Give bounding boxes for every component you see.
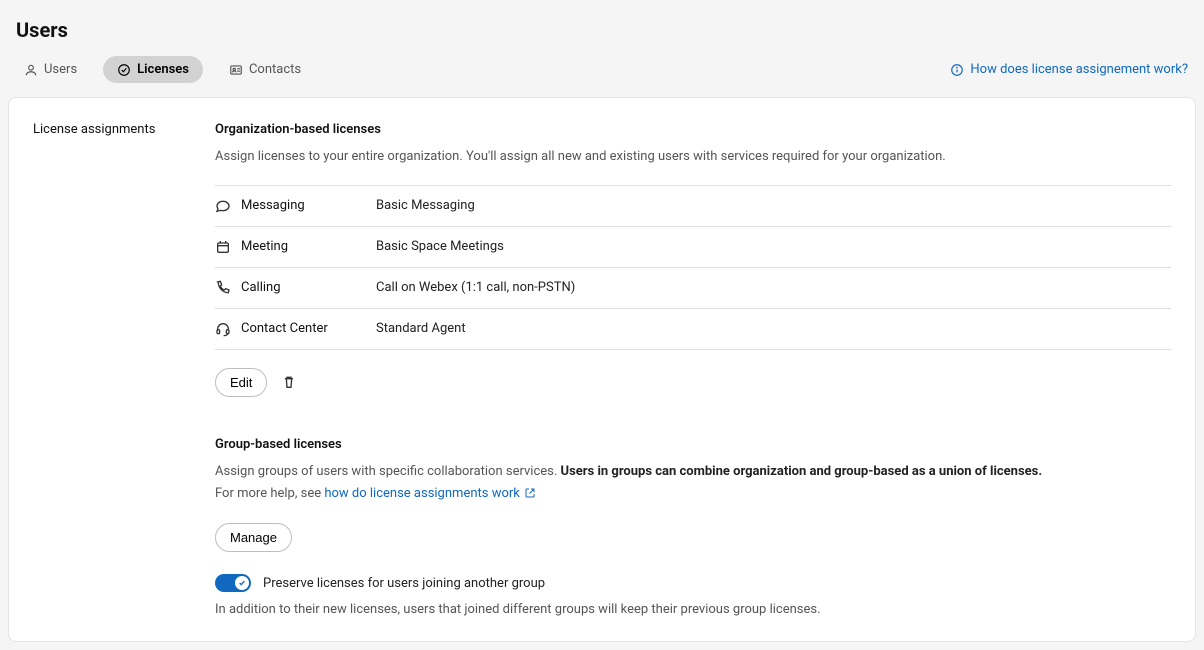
license-row-value: Call on Webex (1:1 call, non-PSTN) [376, 280, 575, 295]
org-section-title: Organization-based licenses [215, 122, 1171, 137]
manage-button[interactable]: Manage [215, 523, 292, 552]
group-desc-text: Assign groups of users with specific col… [215, 464, 561, 479]
headset-icon [215, 321, 231, 337]
license-row-value: Basic Messaging [376, 198, 475, 213]
phone-icon [215, 280, 231, 296]
tab-bar: Users Licenses Contacts How does license… [8, 56, 1196, 97]
license-card: License assignments Organization-based l… [8, 97, 1196, 642]
preserve-toggle[interactable] [215, 574, 251, 592]
license-table: Messaging Basic Messaging Meeting Basic … [215, 185, 1171, 350]
page-title: Users [16, 18, 1188, 42]
group-help-link-label: how do license assignments work [324, 486, 520, 501]
license-row-calling: Calling Call on Webex (1:1 call, non-PST… [215, 268, 1171, 309]
tab-licenses[interactable]: Licenses [103, 56, 203, 83]
preserve-toggle-label: Preserve licenses for users joining anot… [263, 576, 545, 591]
license-row-meeting: Meeting Basic Space Meetings [215, 227, 1171, 268]
license-row-name: Messaging [241, 198, 376, 213]
edit-button[interactable]: Edit [215, 368, 267, 397]
license-row-value: Standard Agent [376, 321, 466, 336]
tab-contacts-label: Contacts [249, 62, 301, 77]
info-icon [950, 63, 964, 77]
tab-users[interactable]: Users [16, 56, 85, 83]
license-row-name: Calling [241, 280, 376, 295]
tab-users-label: Users [44, 62, 77, 77]
delete-button[interactable] [281, 374, 297, 390]
calendar-icon [215, 239, 231, 255]
check-circle-icon [117, 63, 131, 77]
group-help-prefix: For more help, see [215, 486, 324, 501]
group-help-line: For more help, see how do license assign… [215, 484, 1171, 505]
id-card-icon [229, 63, 243, 77]
group-section-title: Group-based licenses [215, 437, 1171, 452]
group-section-desc: Assign groups of users with specific col… [215, 462, 1171, 483]
chat-icon [215, 198, 231, 214]
license-row-name: Contact Center [241, 321, 376, 336]
tab-contacts[interactable]: Contacts [221, 56, 309, 83]
license-row-name: Meeting [241, 239, 376, 254]
user-icon [24, 63, 38, 77]
license-row-contactcenter: Contact Center Standard Agent [215, 309, 1171, 350]
group-desc-bold: Users in groups can combine organization… [561, 464, 1043, 479]
toggle-knob [235, 576, 249, 590]
help-link-label: How does license assignement work? [970, 62, 1188, 77]
preserve-toggle-desc: In addition to their new licenses, users… [215, 602, 1171, 617]
section-left-label: License assignments [33, 122, 203, 617]
tab-licenses-label: Licenses [137, 62, 189, 77]
help-link[interactable]: How does license assignement work? [950, 62, 1188, 77]
org-section-desc: Assign licenses to your entire organizat… [215, 147, 1171, 167]
license-row-messaging: Messaging Basic Messaging [215, 186, 1171, 227]
license-row-value: Basic Space Meetings [376, 239, 504, 254]
group-help-link[interactable]: how do license assignments work [324, 486, 536, 501]
external-link-icon [524, 486, 536, 501]
